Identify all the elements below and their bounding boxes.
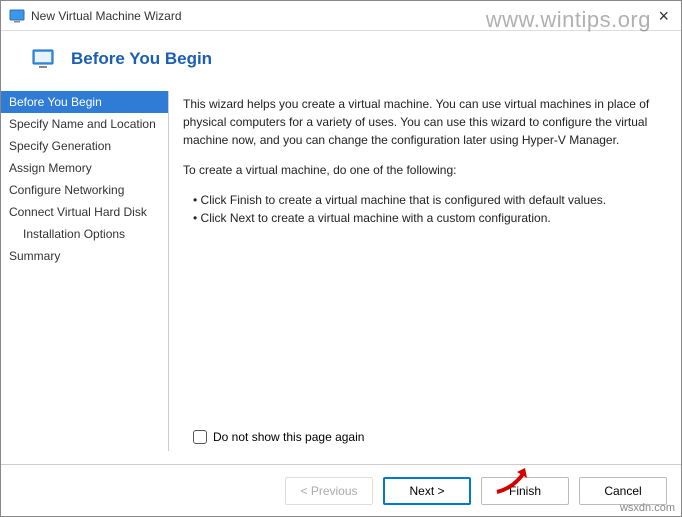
option-next: Click Next to create a virtual machine w… (193, 209, 655, 227)
sidebar-item-assign-memory[interactable]: Assign Memory (1, 157, 168, 179)
previous-button: < Previous (285, 477, 373, 505)
wizard-header: Before You Begin (1, 31, 681, 91)
option-finish: Click Finish to create a virtual machine… (193, 191, 655, 209)
option-list: Click Finish to create a virtual machine… (183, 191, 655, 227)
sidebar-item-before-you-begin[interactable]: Before You Begin (1, 91, 168, 113)
wizard-sidebar: Before You Begin Specify Name and Locati… (1, 91, 169, 451)
wizard-footer: < Previous Next > Finish Cancel (1, 464, 681, 516)
close-icon[interactable]: × (654, 7, 673, 25)
lead-text: To create a virtual machine, do one of t… (183, 161, 655, 179)
cancel-button[interactable]: Cancel (579, 477, 667, 505)
window-title: New Virtual Machine Wizard (31, 9, 654, 23)
titlebar: New Virtual Machine Wizard × (1, 1, 681, 31)
sidebar-item-specify-name[interactable]: Specify Name and Location (1, 113, 168, 135)
vm-header-icon (31, 47, 55, 71)
finish-button[interactable]: Finish (481, 477, 569, 505)
dont-show-checkbox[interactable] (193, 430, 207, 444)
dont-show-row[interactable]: Do not show this page again (193, 430, 364, 444)
sidebar-item-connect-vhd[interactable]: Connect Virtual Hard Disk (1, 201, 168, 223)
sidebar-item-summary[interactable]: Summary (1, 245, 168, 267)
sidebar-item-specify-generation[interactable]: Specify Generation (1, 135, 168, 157)
sidebar-item-configure-networking[interactable]: Configure Networking (1, 179, 168, 201)
wizard-content: This wizard helps you create a virtual m… (169, 91, 665, 451)
page-title: Before You Begin (71, 49, 212, 69)
dont-show-label: Do not show this page again (213, 430, 364, 444)
sidebar-item-installation-options[interactable]: Installation Options (1, 223, 168, 245)
intro-text: This wizard helps you create a virtual m… (183, 95, 655, 149)
wizard-icon (9, 8, 25, 24)
next-button[interactable]: Next > (383, 477, 471, 505)
